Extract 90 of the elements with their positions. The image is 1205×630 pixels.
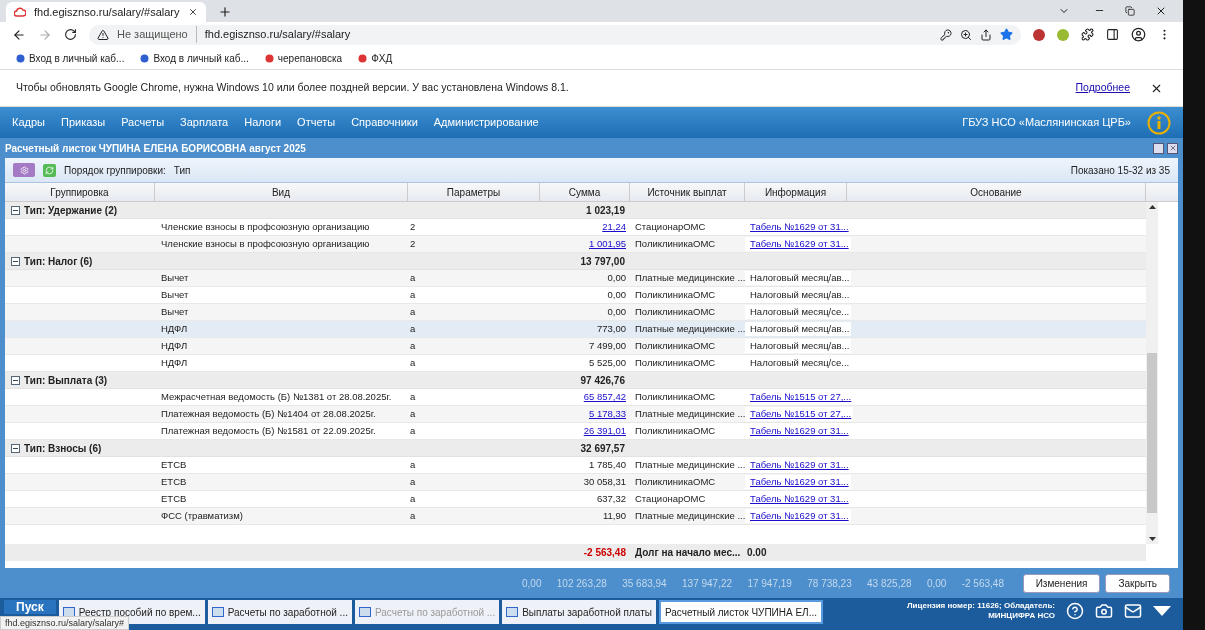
table-cell-text: Вычет	[160, 270, 190, 285]
table-cell-text: а	[409, 304, 417, 319]
table-cell-text: 1 785,40	[589, 457, 626, 472]
table-cell-text: ФСС (травматизм)	[160, 508, 244, 523]
table-cell-text: Платежная ведомость (Б) №1581 от 22.09.2025г.	[160, 423, 377, 438]
table-cell-text: ЕТСВ	[160, 491, 188, 506]
license-text: Лицензия номер: 11626; Обладатель:	[907, 601, 1055, 611]
total-value: 17 947,19	[747, 576, 792, 591]
table-cell-text: ПоликлиникаОМС	[634, 423, 717, 438]
infobar-text: Чтобы обновлять Google Chrome, нужна Windows 10 или более поздней версии. У вас установлена Windows 8.1.	[16, 80, 570, 96]
table-cell-text: 7 499,00	[589, 338, 626, 353]
organization-name: ГБУЗ НСО «Маслянинская ЦРБ»	[962, 115, 1131, 131]
table-cell-text: НДФЛ	[160, 338, 189, 353]
total-value: 0,00	[522, 576, 542, 591]
total-value: 137 947,22	[682, 576, 733, 591]
summary-sum: -2 563,48	[582, 546, 627, 560]
table-cell-text: Межрасчетная ведомость (Б) №1381 от 28.08.2025г.	[160, 389, 393, 404]
table-cell-text: 0,00	[607, 287, 626, 302]
table-cell-text: ПоликлиникаОМС	[634, 338, 717, 353]
table-cell-text: а	[409, 457, 417, 472]
table-cell-text: а	[409, 355, 417, 370]
group-sum: 97 426,76	[579, 373, 626, 388]
group-sum: 32 697,57	[579, 441, 626, 456]
table-cell: Налоговый месяц/ав...	[745, 338, 852, 354]
table-cell-text: ПоликлиникаОМС	[634, 304, 717, 319]
table-cell-text: СтационарОМС	[634, 219, 707, 234]
link-preview-tooltip: fhd.egisznso.ru/salary/salary#	[0, 616, 130, 630]
summary-value: 0.00	[746, 546, 767, 560]
total-value: 0,00	[926, 576, 947, 591]
total-value: 35 683,94	[622, 576, 667, 591]
table-cell: Налоговый месяц/ав...	[745, 321, 852, 337]
group-label: Тип: Взносы (6)	[24, 441, 103, 456]
table-cell-text: 2	[409, 236, 417, 251]
table-cell-text: 0,00	[607, 270, 626, 285]
table-cell-text: а	[409, 406, 417, 421]
table-cell-text: Платные медицинские ...	[634, 406, 745, 421]
table-cell-text: 30 058,31	[583, 474, 626, 489]
table-cell-text: а	[409, 287, 417, 302]
total-value: 78 738,23	[807, 576, 852, 591]
window-title: Расчетный листок ЧУПИНА ЕЛЕНА БОРИСОВНА август 2025	[5, 141, 307, 156]
table-cell-text: Вычет	[160, 287, 190, 302]
table-cell-text: Членские взносы в профсоюзную организацию	[160, 236, 371, 251]
table-cell-text: а	[409, 474, 417, 489]
total-value: 43 825,28	[867, 576, 912, 591]
table-cell-text: Платные медицинские ...	[634, 321, 745, 336]
table-cell-text: Платные медицинские ...	[634, 508, 745, 523]
table-cell-text: Платные медицинские ...	[634, 457, 745, 472]
table-cell-text: ПоликлиникаОМС	[634, 287, 717, 302]
table-cell-text: ПоликлиникаОМС	[634, 236, 717, 251]
group-label: Тип: Выплата (3)	[24, 373, 109, 388]
table-cell-text: Платежная ведомость (Б) №1404 от 28.08.2025г.	[160, 406, 377, 421]
table-cell-text: а	[409, 338, 417, 353]
group-sum: 1 023,19	[585, 203, 626, 218]
table-cell-text: НДФЛ	[160, 321, 189, 336]
grouping-label: Порядок группировки:	[64, 163, 166, 178]
url-text: fhd.egisznso.ru/salary/#salary	[204, 27, 351, 43]
table-cell-text: а	[409, 423, 417, 438]
total-value: 102 263,28	[556, 576, 607, 591]
table-cell-text: ЕТСВ	[160, 457, 188, 472]
table-cell: Налоговый месяц/се...	[745, 304, 852, 320]
table-cell-text: а	[409, 491, 417, 506]
table-cell-text: 637,32	[596, 491, 626, 506]
table-cell-text: ЕТСВ	[160, 474, 188, 489]
page-info: Показано 15-32 из 35	[1070, 163, 1170, 178]
table-cell-text: 0,00	[607, 304, 626, 319]
table-cell-text: а	[409, 270, 417, 285]
security-label: Не защищено	[117, 26, 197, 43]
group-label: Тип: Удержание (2)	[24, 203, 119, 218]
table-cell-text: СтационарОМС	[634, 491, 707, 506]
table-cell-text: а	[409, 321, 417, 336]
table-cell-text: 2	[409, 219, 417, 234]
table-cell-text: 773,00	[596, 321, 626, 336]
table-cell-text: а	[409, 389, 417, 404]
license-owner: МИНЦИФРА НСО	[988, 611, 1055, 621]
table-cell-text: ПоликлиникаОМС	[634, 355, 717, 370]
table-cell-text: а	[409, 508, 417, 523]
total-value: -2 563,48	[961, 576, 1004, 591]
table-cell-text: ПоликлиникаОМС	[634, 474, 717, 489]
table-cell-text: ПоликлиникаОМС	[634, 389, 717, 404]
table-cell-text: НДФЛ	[160, 355, 189, 370]
table-cell-text: 5 525,00	[589, 355, 626, 370]
table-cell-text: Платные медицинские ...	[634, 270, 745, 285]
table-cell-text: 11,90	[602, 508, 626, 523]
summary-label: Долг на начало мес...	[634, 546, 742, 560]
tab-title: fhd.egisznso.ru/salary/#salary	[34, 4, 180, 20]
table-cell: Налоговый месяц/ав...	[745, 270, 852, 286]
table-cell-text: Вычет	[160, 304, 190, 319]
group-sum: 13 797,00	[579, 254, 626, 269]
group-label: Тип: Налог (6)	[24, 254, 94, 269]
table-cell-text: Членские взносы в профсоюзную организацию	[160, 219, 371, 234]
